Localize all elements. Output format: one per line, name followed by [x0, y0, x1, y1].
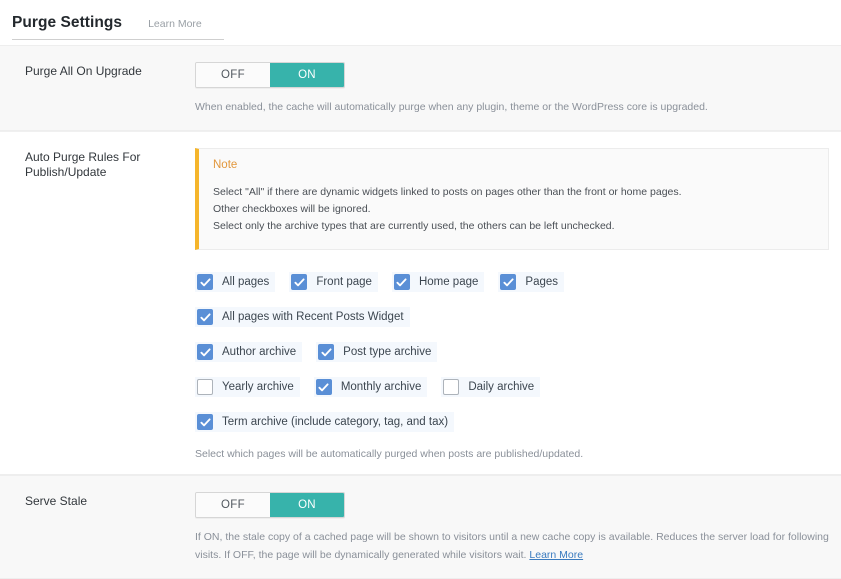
checkbox-item[interactable]: Author archive — [195, 342, 303, 363]
note-line: Select "All" if there are dynamic widget… — [213, 186, 682, 199]
checkbox-item[interactable]: Pages — [498, 272, 565, 293]
header-learn-more-link[interactable]: Learn More — [148, 18, 202, 30]
toggle-option-off[interactable]: OFF — [196, 493, 270, 518]
checkbox-label: Home page — [418, 276, 479, 289]
note-title: Note — [213, 159, 238, 172]
checkbox-row: Term archive (include category, tag, and… — [195, 412, 829, 433]
checkbox-row: Yearly archive Monthly archive Daily archi… — [195, 377, 829, 398]
checkbox-row: All pages with Recent Posts Widget — [195, 307, 829, 328]
note-line: Other checkboxes will be ignored. — [213, 203, 371, 216]
checkbox-checked-icon[interactable] — [197, 344, 213, 361]
toggle-option-off[interactable]: OFF — [196, 63, 270, 87]
toggle-purge-all-on-upgrade[interactable]: OFF ON — [195, 62, 345, 88]
checkbox-label: Yearly archive — [222, 381, 294, 394]
checkbox-item[interactable]: Daily archive — [441, 377, 541, 398]
note-line: Select only the archive types that are c… — [213, 220, 615, 233]
setting-field-auto-purge-rules: Note Select "All" if there are dynamic w… — [190, 132, 841, 474]
checkbox-item[interactable]: Monthly archive — [313, 377, 428, 398]
note-box: Note Select "All" if there are dynamic w… — [195, 148, 829, 251]
setting-label-serve-stale: Serve Stale — [25, 494, 88, 509]
checkbox-unchecked-icon[interactable] — [197, 379, 213, 396]
page-header: Purge Settings Learn More — [0, 0, 841, 45]
checkbox-label: Daily archive — [468, 381, 535, 394]
checkbox-item[interactable]: Yearly archive — [195, 377, 300, 398]
checkbox-checked-icon[interactable] — [318, 344, 335, 361]
checkbox-checked-icon[interactable] — [197, 414, 213, 431]
setting-label-purge-all-on-upgrade: Purge All On Upgrade — [25, 64, 142, 78]
checkbox-checked-icon[interactable] — [315, 379, 332, 396]
checkbox-group: All pages Front page Home page Pages All pag… — [195, 272, 829, 433]
toggle-serve-stale[interactable]: OFF ON — [195, 492, 345, 519]
toggle-option-on[interactable]: ON — [270, 493, 344, 518]
settings-table: Purge All On Upgrade OFF ON When enabled… — [0, 45, 841, 579]
setting-label-auto-purge-rules: Auto Purge Rules For Publish/Update — [25, 150, 141, 180]
setting-row-auto-purge-rules: Auto Purge Rules For Publish/Update Note… — [0, 131, 841, 476]
checkbox-unchecked-icon[interactable] — [443, 379, 460, 396]
checkbox-item[interactable]: Home page — [391, 272, 485, 293]
setting-field-purge-all-on-upgrade: OFF ON When enabled, the cache will auto… — [190, 46, 841, 130]
checkbox-label: Monthly archive — [340, 381, 422, 394]
header-underline-group: Purge Settings Learn More — [12, 14, 224, 40]
toggle-option-on[interactable]: ON — [270, 63, 344, 87]
setting-description-serve-stale: If ON, the stale copy of a cached page w… — [195, 529, 829, 564]
checkbox-item[interactable]: Post type archive — [316, 342, 438, 363]
checkbox-checked-icon[interactable] — [393, 274, 410, 291]
checkbox-row: All pages Front page Home page Pages — [195, 272, 829, 293]
checkbox-item[interactable]: All pages with Recent Posts Widget — [195, 307, 410, 328]
checkbox-item[interactable]: Term archive (include category, tag, and… — [195, 412, 455, 433]
checkbox-label: All pages with Recent Posts Widget — [222, 311, 404, 324]
setting-row-serve-stale: Serve Stale OFF ON If ON, the stale copy… — [0, 475, 841, 579]
checkbox-checked-icon[interactable] — [197, 309, 213, 326]
checkbox-label: Pages — [525, 276, 559, 289]
checkbox-item[interactable]: All pages — [195, 272, 276, 293]
page-title: Purge Settings — [12, 14, 123, 31]
checkbox-label: All pages — [222, 276, 270, 289]
checkbox-checked-icon[interactable] — [291, 274, 308, 291]
checkbox-label: Term archive (include category, tag, and… — [222, 416, 449, 429]
checkbox-label: Author archive — [222, 346, 297, 359]
checkbox-checked-icon[interactable] — [500, 274, 517, 291]
checkbox-label: Post type archive — [343, 346, 432, 359]
checkbox-row: Author archive Post type archive — [195, 342, 829, 363]
checkbox-checked-icon[interactable] — [197, 274, 213, 291]
setting-description-purge-all-on-upgrade: When enabled, the cache will automatical… — [195, 101, 708, 113]
serve-stale-description-text: If ON, the stale copy of a cached page w… — [195, 531, 829, 561]
checkbox-item[interactable]: Front page — [289, 272, 378, 293]
setting-description-auto-purge-rules: Select which pages will be automatically… — [195, 448, 584, 461]
checkbox-label: Front page — [316, 276, 372, 289]
setting-field-serve-stale: OFF ON If ON, the stale copy of a cached… — [190, 476, 841, 578]
setting-row-purge-all-on-upgrade: Purge All On Upgrade OFF ON When enabled… — [0, 45, 841, 132]
